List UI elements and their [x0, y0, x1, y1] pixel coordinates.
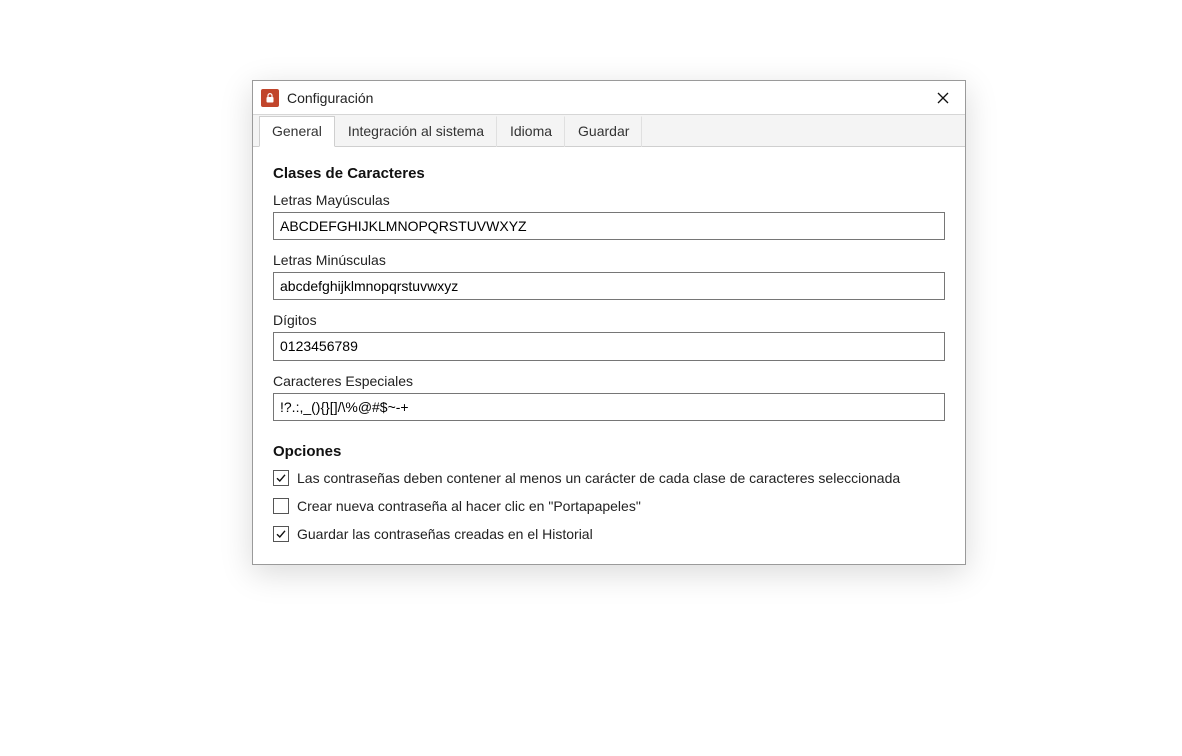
app-lock-icon: [261, 89, 279, 107]
window-title: Configuración: [287, 90, 373, 106]
input-special[interactable]: [273, 393, 945, 421]
option-label-each-class: Las contraseñas deben contener al menos …: [297, 470, 900, 486]
tab-bar: General Integración al sistema Idioma Gu…: [253, 115, 965, 147]
tab-system-integration[interactable]: Integración al sistema: [335, 116, 497, 147]
option-row-each-class: Las contraseñas deben contener al menos …: [273, 470, 945, 486]
option-row-history: Guardar las contraseñas creadas en el Hi…: [273, 526, 945, 542]
tab-general[interactable]: General: [259, 116, 335, 147]
checkmark-icon: [275, 528, 287, 540]
tab-language[interactable]: Idioma: [497, 116, 565, 147]
checkbox-history[interactable]: [273, 526, 289, 542]
section-title-char-classes: Clases de Caracteres: [273, 165, 945, 182]
label-lowercase: Letras Minúsculas: [273, 252, 945, 268]
checkmark-icon: [275, 472, 287, 484]
close-icon: [937, 92, 949, 104]
input-lowercase[interactable]: [273, 272, 945, 300]
close-button[interactable]: [927, 84, 959, 112]
checkbox-clipboard[interactable]: [273, 498, 289, 514]
section-title-options: Opciones: [273, 443, 945, 460]
settings-dialog: Configuración General Integración al sis…: [252, 80, 966, 565]
option-label-history: Guardar las contraseñas creadas en el Hi…: [297, 526, 593, 542]
titlebar: Configuración: [253, 81, 965, 115]
label-digits: Dígitos: [273, 312, 945, 328]
input-uppercase[interactable]: [273, 212, 945, 240]
label-special: Caracteres Especiales: [273, 373, 945, 389]
option-label-clipboard: Crear nueva contraseña al hacer clic en …: [297, 498, 641, 514]
option-row-clipboard: Crear nueva contraseña al hacer clic en …: [273, 498, 945, 514]
label-uppercase: Letras Mayúsculas: [273, 192, 945, 208]
input-digits[interactable]: [273, 332, 945, 360]
tab-content: Clases de Caracteres Letras Mayúsculas L…: [253, 147, 965, 564]
tab-save[interactable]: Guardar: [565, 116, 642, 147]
checkbox-each-class[interactable]: [273, 470, 289, 486]
